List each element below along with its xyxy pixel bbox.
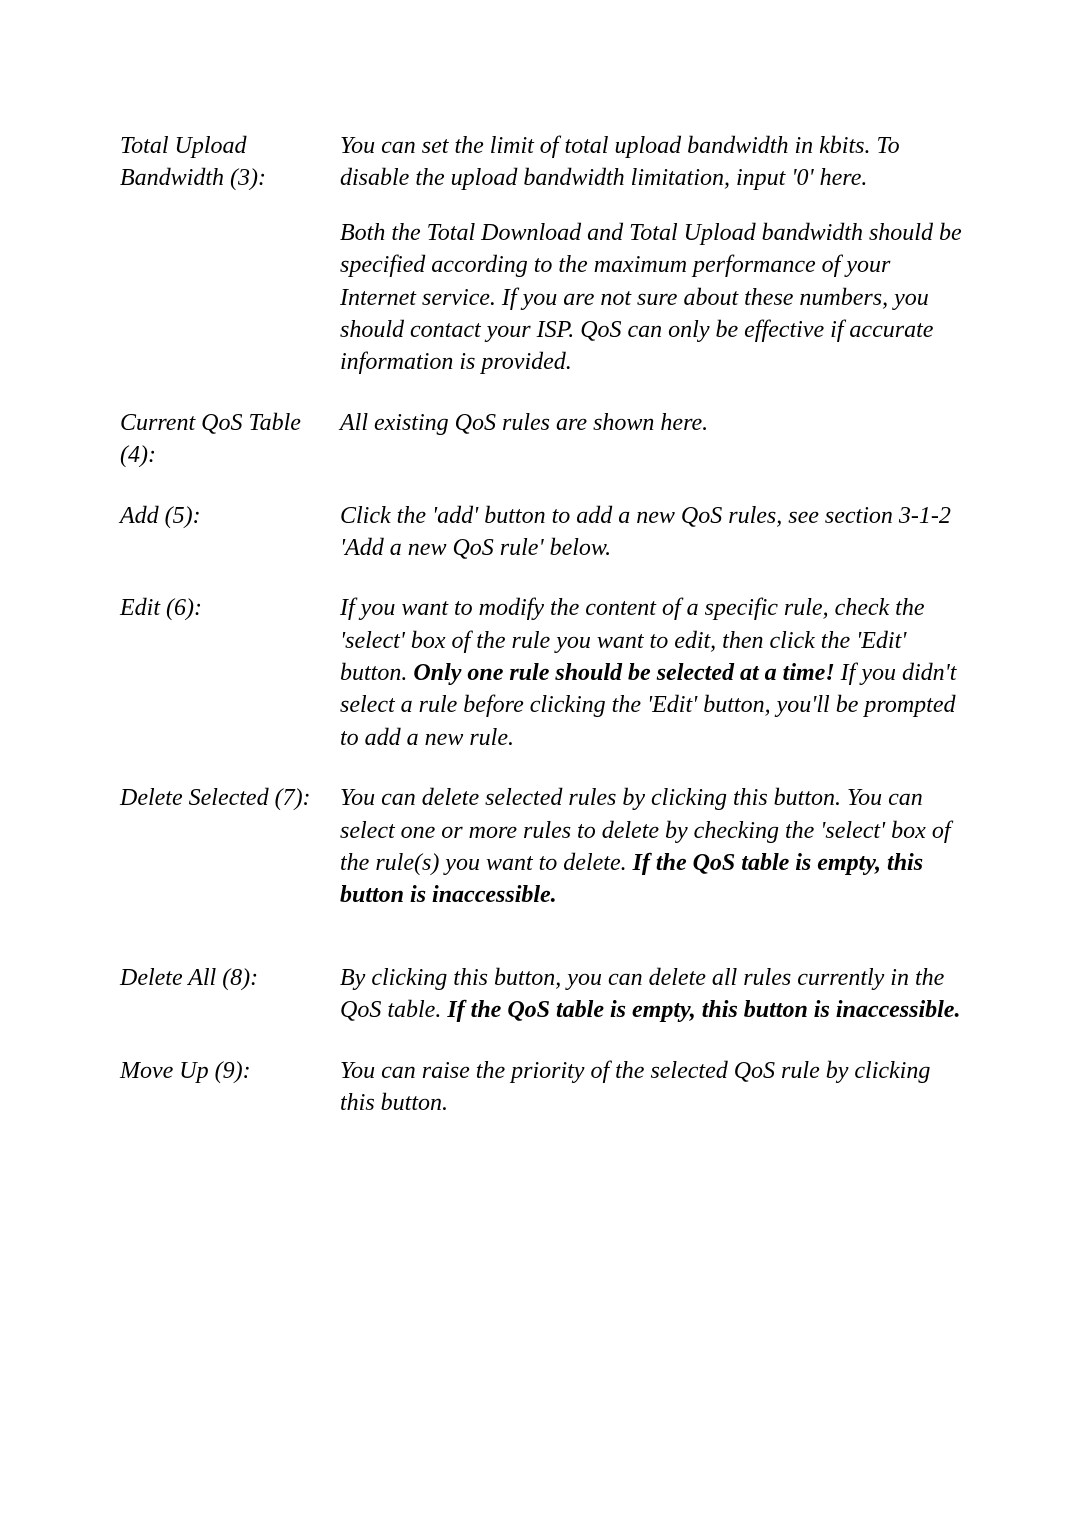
definition-row: Move Up (9):You can raise the priority o…	[120, 1055, 970, 1120]
term: Delete All (8):	[120, 962, 340, 994]
definition-row: Current QoS Table (4):All existing QoS r…	[120, 407, 970, 472]
text-run: If the QoS table is empty, this button i…	[447, 997, 960, 1023]
text-run: All existing QoS rules are shown here.	[340, 410, 708, 436]
definition-row: Delete All (8):By clicking this button, …	[120, 962, 970, 1027]
definition-row: Delete Selected (7):You can delete selec…	[120, 782, 970, 912]
term: Total Upload Bandwidth (3):	[120, 130, 340, 195]
definition-row: Total Upload Bandwidth (3):You can set t…	[120, 130, 970, 379]
definition-row: Add (5):Click the 'add' button to add a …	[120, 500, 970, 565]
description: If you want to modify the content of a s…	[340, 592, 970, 754]
paragraph: Click the 'add' button to add a new QoS …	[340, 500, 970, 565]
paragraph: By clicking this button, you can delete …	[340, 962, 970, 1027]
description: All existing QoS rules are shown here.	[340, 407, 970, 439]
term: Move Up (9):	[120, 1055, 340, 1087]
text-run: Only one rule should be selected at a ti…	[413, 660, 834, 686]
definition-row: Edit (6):If you want to modify the conte…	[120, 592, 970, 754]
text-run: You can raise the priority of the select…	[340, 1058, 930, 1116]
description: Click the 'add' button to add a new QoS …	[340, 500, 970, 565]
description: You can set the limit of total upload ba…	[340, 130, 970, 379]
definition-list: Total Upload Bandwidth (3):You can set t…	[120, 130, 970, 1119]
paragraph: All existing QoS rules are shown here.	[340, 407, 970, 439]
description: You can delete selected rules by clickin…	[340, 782, 970, 912]
paragraph: You can raise the priority of the select…	[340, 1055, 970, 1120]
description: You can raise the priority of the select…	[340, 1055, 970, 1120]
paragraph: If you want to modify the content of a s…	[340, 592, 970, 754]
text-run: Both the Total Download and Total Upload…	[340, 220, 962, 376]
paragraph: You can delete selected rules by clickin…	[340, 782, 970, 912]
text-run: You can set the limit of total upload ba…	[340, 133, 900, 191]
term: Edit (6):	[120, 592, 340, 624]
term: Delete Selected (7):	[120, 782, 340, 814]
text-run: Click the 'add' button to add a new QoS …	[340, 503, 951, 561]
term: Add (5):	[120, 500, 340, 532]
term: Current QoS Table (4):	[120, 407, 340, 472]
paragraph: Both the Total Download and Total Upload…	[340, 217, 970, 379]
description: By clicking this button, you can delete …	[340, 962, 970, 1027]
paragraph: You can set the limit of total upload ba…	[340, 130, 970, 195]
